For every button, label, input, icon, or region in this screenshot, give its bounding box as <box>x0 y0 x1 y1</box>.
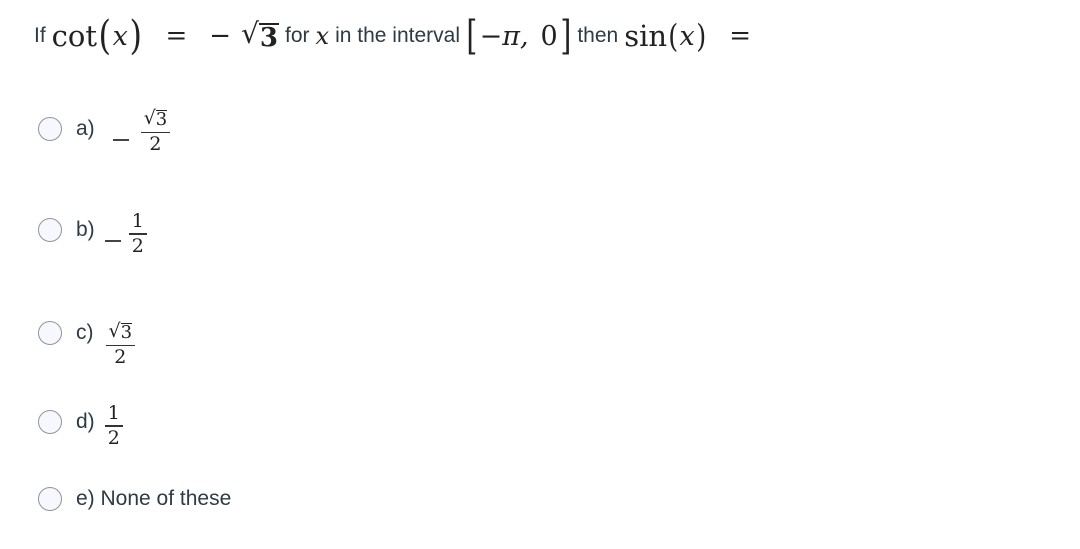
sin-function: sin <box>624 19 668 53</box>
option-a-numerator: √ 3 <box>143 107 168 130</box>
sqrt-icon: √ <box>143 107 156 129</box>
equals-sign-2: = <box>729 21 752 51</box>
open-paren: ( <box>98 13 112 59</box>
close-bracket: ] <box>560 13 572 59</box>
for-text: for <box>285 24 310 47</box>
radio-button-a[interactable] <box>38 116 62 141</box>
option-b-fraction: 1 2 <box>128 210 147 257</box>
option-a-fraction: √ 3 2 <box>140 107 171 156</box>
option-c-fraction: √ 3 2 <box>105 320 136 369</box>
option-d-numerator: 1 <box>107 402 120 424</box>
sqrt-icon: √ <box>108 320 121 342</box>
option-b[interactable]: b) 1 2 <box>38 204 147 256</box>
option-d-fraction: 1 2 <box>104 402 123 449</box>
option-a-label: a) <box>76 116 95 140</box>
variable-x: x <box>112 20 128 52</box>
option-d-label: d) <box>76 409 95 433</box>
close-paren: ) <box>129 13 142 59</box>
option-a-minus <box>112 138 129 141</box>
equals-sign: = <box>165 21 188 51</box>
option-b-denominator: 2 <box>131 234 144 257</box>
option-c-denominator: 2 <box>114 346 127 369</box>
option-a-denominator: 2 <box>149 133 162 156</box>
radio-button-c[interactable] <box>38 320 62 345</box>
question-prefix: If <box>34 24 46 47</box>
option-a[interactable]: a) √ 3 2 <box>38 103 171 156</box>
variable-x-2: x <box>315 22 330 50</box>
sqrt-argument: 3 <box>258 22 280 53</box>
open-bracket: [ <box>466 13 478 59</box>
interval-text: in the interval <box>335 24 460 47</box>
neg-pi: −π, <box>479 20 529 52</box>
radio-button-d[interactable] <box>38 409 62 434</box>
sqrt-three: √ 3 <box>241 16 280 53</box>
option-b-numerator: 1 <box>131 210 144 232</box>
minus-sign: − <box>209 21 232 51</box>
cot-function: cot <box>51 19 98 53</box>
option-b-label: b) <box>76 217 95 241</box>
question-text: If cot ( x ) = − √ 3 for x in the interv… <box>34 8 773 64</box>
radio-button-e[interactable] <box>38 487 62 511</box>
option-d-denominator: 2 <box>107 426 120 449</box>
close-paren-2: ) <box>696 17 707 55</box>
sqrt-icon: √ <box>241 16 259 50</box>
open-paren-2: ( <box>668 17 679 55</box>
then-text: then <box>577 24 619 47</box>
option-c[interactable]: c) √ 3 2 <box>38 298 136 369</box>
radio-button-b[interactable] <box>38 217 62 242</box>
variable-x-3: x <box>679 20 695 52</box>
option-d[interactable]: d) 1 2 <box>38 396 123 448</box>
option-b-minus <box>104 240 121 242</box>
zero: 0 <box>540 20 558 52</box>
option-e-label: e) None of these <box>76 487 232 510</box>
option-e[interactable]: e) None of these <box>38 487 231 511</box>
option-c-label: c) <box>76 320 94 344</box>
option-c-numerator: √ 3 <box>108 320 133 343</box>
